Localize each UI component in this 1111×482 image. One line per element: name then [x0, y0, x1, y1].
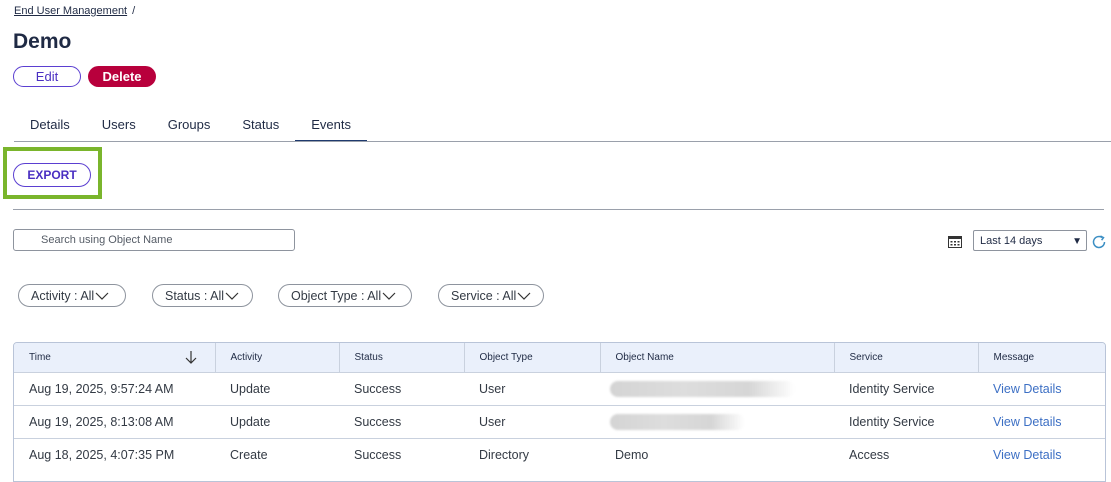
chevron-down-icon: [95, 292, 109, 300]
redacted-object-name: [610, 413, 745, 430]
view-details-link[interactable]: View Details: [978, 437, 1105, 471]
cell-object-type: User: [464, 371, 600, 405]
tab-groups[interactable]: Groups: [152, 113, 227, 142]
refresh-icon[interactable]: [1091, 234, 1107, 250]
cell-time: Aug 19, 2025, 8:13:08 AM: [14, 404, 215, 438]
delete-button[interactable]: Delete: [88, 66, 156, 87]
filter-object-type-label: Object Type : All: [291, 288, 382, 303]
table-row: Aug 19, 2025, 9:57:24 AM Update Success …: [14, 371, 1105, 405]
cell-object-type: Directory: [464, 437, 600, 471]
breadcrumb: End User Management /: [14, 5, 135, 17]
cell-status: Success: [339, 371, 464, 405]
column-header-message[interactable]: Message: [978, 343, 1105, 372]
filter-object-type[interactable]: Object Type : All: [278, 284, 412, 307]
cell-service: Access: [834, 437, 978, 471]
section-divider: [13, 209, 1104, 210]
filter-status[interactable]: Status : All: [152, 284, 253, 307]
arrow-down-icon[interactable]: [184, 350, 198, 365]
tab-events[interactable]: Events: [295, 113, 367, 142]
table-header-row: Time Activity Status Object Type Object …: [14, 343, 1105, 372]
cell-service: Identity Service: [834, 371, 978, 405]
tabs-divider: [14, 141, 1111, 142]
column-header-time[interactable]: Time: [14, 343, 216, 372]
column-header-service[interactable]: Service: [834, 343, 979, 372]
cell-status: Success: [339, 437, 464, 471]
filter-status-label: Status : All: [165, 288, 225, 303]
cell-status: Success: [339, 404, 464, 438]
breadcrumb-separator: /: [132, 5, 136, 17]
chevron-down-icon: [517, 292, 531, 300]
tab-users[interactable]: Users: [86, 113, 152, 142]
redacted-object-name: [610, 380, 795, 397]
edit-button[interactable]: Edit: [13, 66, 81, 87]
filter-activity[interactable]: Activity : All: [18, 284, 126, 307]
column-header-object-name[interactable]: Object Name: [600, 343, 835, 372]
search-input[interactable]: [13, 229, 295, 251]
view-details-link[interactable]: View Details: [978, 404, 1105, 438]
tab-status[interactable]: Status: [226, 113, 295, 142]
calendar-icon[interactable]: [948, 235, 962, 248]
export-button[interactable]: EXPORT: [13, 163, 91, 187]
page-title: Demo: [13, 30, 72, 53]
tab-details[interactable]: Details: [14, 113, 86, 142]
cell-object-name: Demo: [600, 437, 834, 471]
chevron-down-icon: [225, 292, 239, 300]
cell-activity: Update: [215, 371, 339, 405]
view-details-link[interactable]: View Details: [978, 371, 1105, 405]
breadcrumb-link-end-user-management[interactable]: End User Management: [14, 5, 127, 17]
cell-time: Aug 19, 2025, 9:57:24 AM: [14, 371, 215, 405]
column-header-status[interactable]: Status: [339, 343, 465, 372]
tab-bar: Details Users Groups Status Events: [14, 113, 367, 142]
cell-object-name: [600, 404, 834, 438]
events-table: Time Activity Status Object Type Object …: [13, 342, 1106, 482]
column-header-object-type[interactable]: Object Type: [464, 343, 601, 372]
date-range-select[interactable]: Last 14 days ▼: [973, 230, 1087, 251]
filter-service[interactable]: Service : All: [438, 284, 544, 307]
cell-object-name: [600, 371, 834, 405]
filter-activity-label: Activity : All: [31, 288, 95, 303]
cell-activity: Update: [215, 404, 339, 438]
column-header-activity[interactable]: Activity: [215, 343, 340, 372]
cell-service: Identity Service: [834, 404, 978, 438]
date-range-value: Last 14 days: [980, 234, 1043, 247]
table-row: Aug 18, 2025, 4:07:35 PM Create Success …: [14, 437, 1105, 471]
filter-service-label: Service : All: [451, 288, 517, 303]
cell-object-type: User: [464, 404, 600, 438]
chevron-down-icon: [382, 292, 396, 300]
table-row: Aug 19, 2025, 8:13:08 AM Update Success …: [14, 404, 1105, 438]
column-header-time-label: Time: [29, 351, 51, 363]
caret-down-icon: ▼: [1072, 236, 1082, 247]
cell-activity: Create: [215, 437, 339, 471]
cell-time: Aug 18, 2025, 4:07:35 PM: [14, 437, 215, 471]
